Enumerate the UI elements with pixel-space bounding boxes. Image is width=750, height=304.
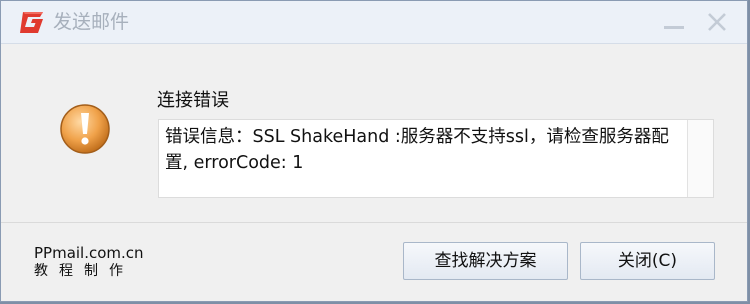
error-heading: 连接错误 — [157, 90, 229, 111]
brand-website: PPmail.com.cn — [34, 244, 144, 262]
ppmail-logo-icon — [20, 12, 43, 33]
close-icon[interactable] — [704, 11, 730, 35]
title-bar[interactable]: 发送邮件 — [1, 1, 747, 44]
error-message-box[interactable]: 错误信息：SSL ShakeHand :服务器不支持ssl，请检查服务器配置, … — [158, 119, 714, 198]
warning-exclamation-icon — [60, 104, 110, 154]
error-message: 错误信息：SSL ShakeHand :服务器不支持ssl，请检查服务器配置, … — [165, 127, 669, 173]
send-mail-dialog: 发送邮件 连接错误 错误信息：SSL ShakeHand :服务器不支持ssl，… — [0, 0, 748, 302]
message-scrollbar[interactable] — [687, 120, 713, 197]
footer-divider — [1, 222, 747, 223]
window-title: 发送邮件 — [53, 11, 130, 33]
close-button[interactable]: 关闭(C) — [580, 242, 715, 280]
brand-caption: 教程制作 — [34, 263, 134, 279]
minimize-icon[interactable] — [661, 11, 687, 35]
find-solution-button[interactable]: 查找解决方案 — [403, 242, 568, 280]
